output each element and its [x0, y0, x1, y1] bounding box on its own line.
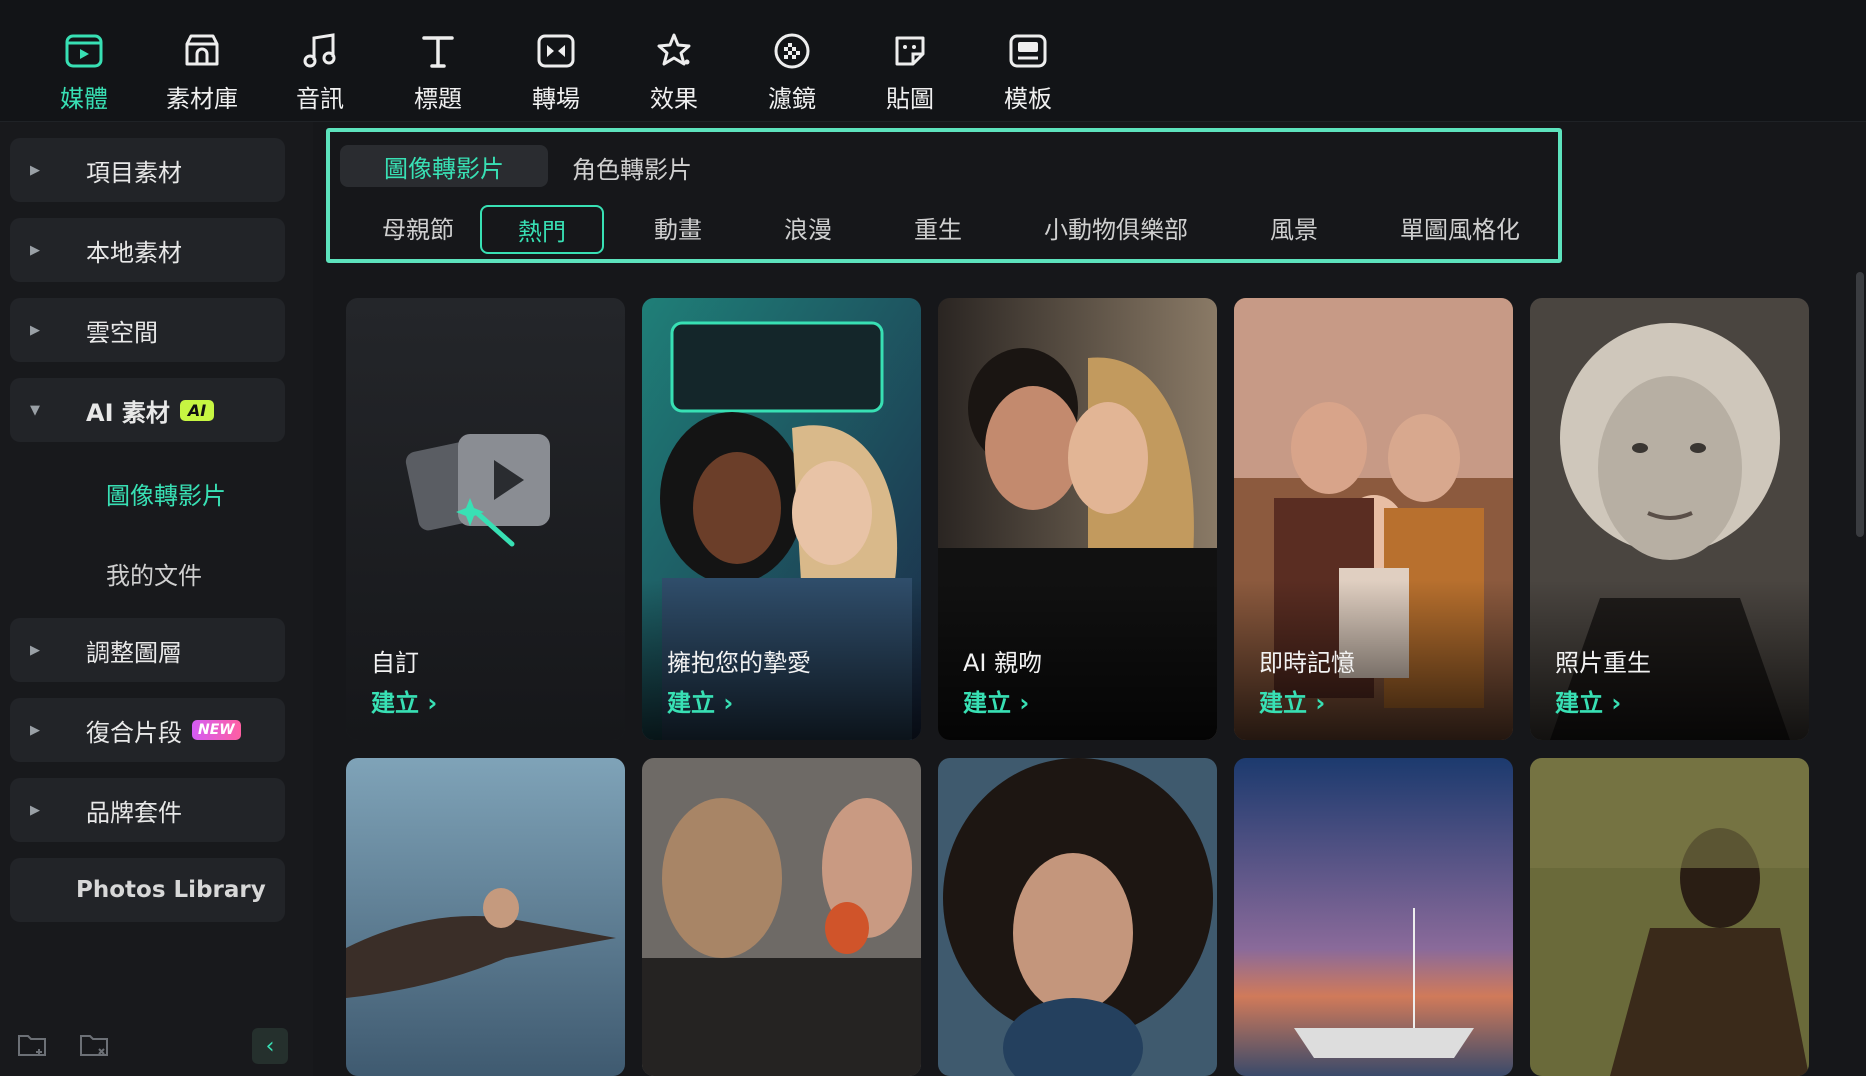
sidebar-item-label: Photos Library: [76, 877, 266, 903]
sidebar-item-label: 品牌套件: [86, 798, 182, 827]
starry-sea-thumbnail-image: [1234, 758, 1513, 1076]
afro-portrait-thumbnail-image: [938, 758, 1217, 1076]
chevron-left-icon: ‹: [265, 1033, 275, 1059]
create-button[interactable]: 建立 ›: [963, 683, 1029, 718]
sidebar-item-compound-clip[interactable]: ▶ 復合片段 NEW: [10, 698, 285, 762]
sidebar-item-cloud[interactable]: ▶ 雲空間: [10, 298, 285, 362]
tab-media[interactable]: 媒體: [34, 28, 134, 114]
caret-right-icon: ▶: [30, 642, 40, 658]
effects-star-icon: [651, 28, 697, 73]
sticker-icon: [887, 28, 933, 73]
sidebar-item-photos-library[interactable]: Photos Library: [10, 858, 285, 922]
card-friends[interactable]: [642, 758, 921, 1076]
sidebar-subitem-image-to-video[interactable]: 圖像轉影片: [106, 476, 226, 511]
music-note-icon: [297, 28, 343, 73]
tab-label: 媒體: [60, 85, 108, 113]
card-photo-revival[interactable]: 照片重生 建立 ›: [1530, 298, 1809, 740]
tab-label: 效果: [650, 85, 698, 113]
tab-image-to-video[interactable]: 圖像轉影片: [340, 145, 548, 187]
sidebar-item-ai-media[interactable]: ▼ AI 素材 AI: [10, 378, 285, 442]
card-instant-memories[interactable]: 即時記憶 建立 ›: [1234, 298, 1513, 740]
card-embrace-loved-one[interactable]: 擁抱您的摯愛 建立 ›: [642, 298, 921, 740]
tab-templates[interactable]: 模板: [978, 28, 1078, 114]
create-button[interactable]: 建立 ›: [371, 683, 437, 718]
tab-character-to-video[interactable]: 角色轉影片: [572, 150, 692, 185]
tab-label: 貼圖: [886, 85, 934, 113]
transition-icon: [533, 28, 579, 73]
sidebar-item-label: 雲空間: [86, 318, 158, 347]
card-flying-woman[interactable]: [346, 758, 625, 1076]
create-button[interactable]: 建立 ›: [1259, 683, 1325, 718]
create-button[interactable]: 建立 ›: [667, 683, 733, 718]
new-folder-icon[interactable]: [16, 1030, 50, 1060]
card-ai-kiss[interactable]: AI 親吻 建立 ›: [938, 298, 1217, 740]
caret-right-icon: ▶: [30, 162, 40, 178]
top-toolbar: 媒體 素材庫 音訊 標題 轉場 效果 濾鏡 貼圖 模板: [0, 0, 1866, 122]
sidebar-item-label: AI 素材: [86, 398, 170, 427]
caret-right-icon: ▶: [30, 242, 40, 258]
friends-thumbnail-image: [642, 758, 921, 1076]
tab-label: 音訊: [296, 85, 344, 113]
stock-library-icon: [179, 28, 225, 73]
caret-right-icon: ▶: [30, 802, 40, 818]
card-title: 照片重生: [1555, 649, 1651, 677]
tab-stickers[interactable]: 貼圖: [860, 28, 960, 114]
category-single-image-stylize[interactable]: 單圖風格化: [1400, 210, 1520, 245]
sidebar-item-project-media[interactable]: ▶ 項目素材: [10, 138, 285, 202]
sidebar-item-adjustment-layer[interactable]: ▶ 調整圖層: [10, 618, 285, 682]
card-painting[interactable]: [1530, 758, 1809, 1076]
card-starry-sea[interactable]: [1234, 758, 1513, 1076]
title-t-icon: [415, 28, 461, 73]
tab-titles[interactable]: 標題: [388, 28, 488, 114]
sidebar-item-label: 復合片段: [86, 718, 182, 747]
card-custom[interactable]: 自訂 建立 ›: [346, 298, 625, 740]
card-title: 自訂: [371, 649, 419, 677]
media-icon: [61, 28, 107, 73]
tab-effects[interactable]: 效果: [624, 28, 724, 114]
tab-label: 素材庫: [166, 85, 238, 113]
sidebar-item-local-media[interactable]: ▶ 本地素材: [10, 218, 285, 282]
category-mothers-day[interactable]: 母親節: [382, 210, 454, 245]
tab-label: 模板: [1004, 85, 1052, 113]
sidebar-subitem-my-files[interactable]: 我的文件: [106, 556, 202, 591]
caret-right-icon: ▶: [30, 322, 40, 338]
sidebar-item-label: 項目素材: [86, 158, 182, 187]
caret-right-icon: ▶: [30, 722, 40, 738]
tab-filters[interactable]: 濾鏡: [742, 28, 842, 114]
tab-label: 濾鏡: [768, 85, 816, 113]
collapse-sidebar-button[interactable]: ‹: [252, 1028, 288, 1064]
ai-badge: AI: [179, 399, 215, 421]
filter-icon: [769, 28, 815, 73]
card-title: AI 親吻: [963, 649, 1043, 677]
template-icon: [1005, 28, 1051, 73]
card-title: 即時記憶: [1259, 649, 1355, 677]
caret-down-icon: ▼: [30, 402, 40, 418]
category-pet-club[interactable]: 小動物俱樂部: [1044, 210, 1188, 245]
tab-stock-library[interactable]: 素材庫: [152, 28, 252, 114]
category-rebirth[interactable]: 重生: [914, 210, 962, 245]
sidebar-item-label: 本地素材: [86, 238, 182, 267]
sidebar-item-brand-kit[interactable]: ▶ 品牌套件: [10, 778, 285, 842]
tab-label: 轉場: [532, 85, 580, 113]
sidebar-item-label: 調整圖層: [86, 638, 182, 667]
tab-transitions[interactable]: 轉場: [506, 28, 606, 114]
category-scenery[interactable]: 風景: [1270, 210, 1318, 245]
card-afro-portrait[interactable]: [938, 758, 1217, 1076]
tab-audio[interactable]: 音訊: [270, 28, 370, 114]
scrollbar[interactable]: [1856, 272, 1864, 537]
tab-label: 標題: [414, 85, 462, 113]
category-romance[interactable]: 浪漫: [784, 210, 832, 245]
painting-thumbnail-image: [1530, 758, 1809, 1076]
category-animation[interactable]: 動畫: [654, 210, 702, 245]
new-badge: NEW: [192, 720, 241, 740]
flying-woman-thumbnail-image: [346, 758, 625, 1076]
create-button[interactable]: 建立 ›: [1555, 683, 1621, 718]
card-title: 擁抱您的摯愛: [667, 649, 811, 677]
delete-folder-icon[interactable]: [78, 1030, 112, 1060]
category-popular[interactable]: 熱門: [480, 205, 604, 254]
